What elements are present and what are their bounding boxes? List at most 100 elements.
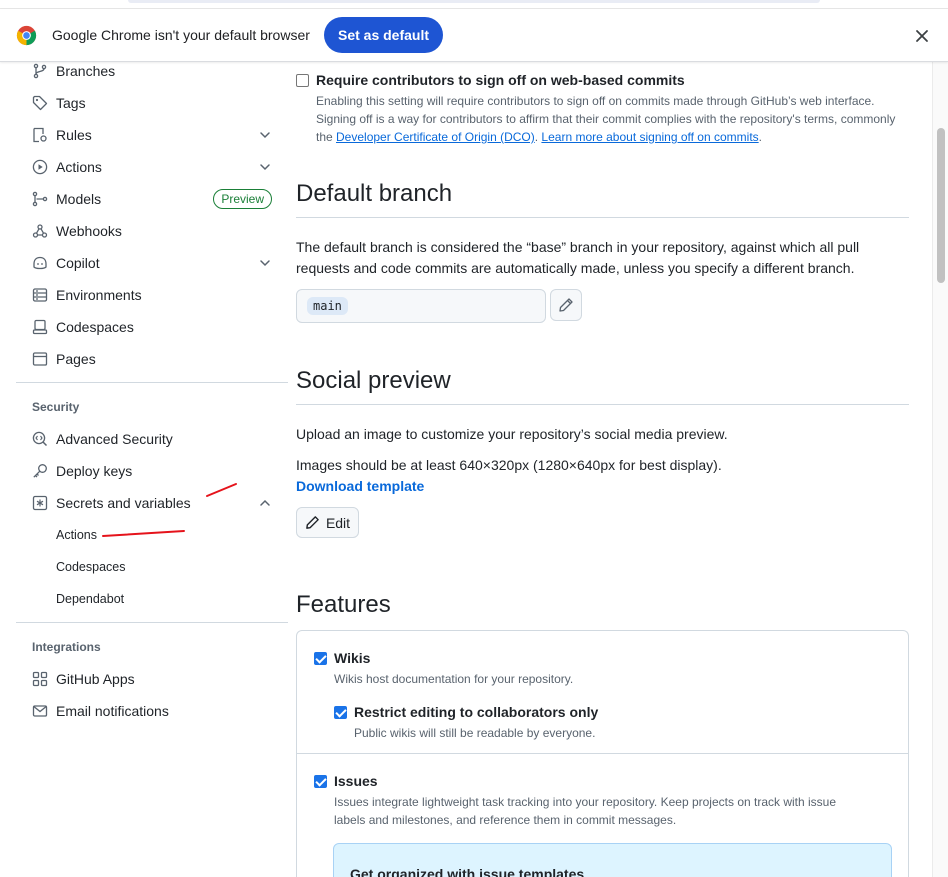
features-divider — [297, 753, 908, 754]
wikis-title: Wikis — [334, 650, 371, 666]
signoff-title: Require contributors to sign off on web-… — [316, 72, 685, 88]
issues-title: Issues — [334, 773, 378, 789]
dco-link[interactable]: Developer Certificate of Origin (DCO) — [336, 130, 535, 144]
issue-templates-banner: Get organized with issue templates — [333, 843, 892, 877]
sidebar-item-actions[interactable]: Actions — [16, 151, 288, 183]
tab-strip — [0, 0, 948, 9]
features-panel: Wikis Wikis host documentation for your … — [296, 630, 909, 877]
sidebar-item-label: Models — [56, 191, 102, 207]
sidebar-item-label: Secrets and variables — [56, 495, 191, 511]
pencil-icon — [306, 516, 319, 529]
sidebar-item-deploy-keys[interactable]: Deploy keys — [16, 455, 288, 487]
sidebar-item-label: Pages — [56, 351, 96, 367]
default-branch-description: The default branch is considered the “ba… — [296, 239, 860, 276]
codespaces-icon — [32, 319, 48, 335]
webhook-icon — [32, 224, 48, 238]
sidebar-item-models[interactable]: Models Preview — [16, 183, 288, 215]
wikis-checkbox[interactable] — [314, 652, 327, 665]
sidebar-item-advanced-security[interactable]: Advanced Security — [16, 423, 288, 455]
features-heading: Features — [296, 591, 391, 618]
sidebar-item-codespaces[interactable]: Codespaces — [16, 311, 288, 343]
signoff-checkbox[interactable] — [296, 74, 309, 87]
play-icon — [32, 159, 48, 175]
chrome-logo-icon — [16, 25, 37, 46]
edit-branch-button[interactable] — [550, 289, 582, 321]
sidebar-item-label: Environments — [56, 287, 142, 303]
sidebar-item-label: Branches — [56, 63, 116, 79]
default-branch-field: main — [296, 289, 546, 323]
omnibox-edge — [128, 0, 820, 3]
mail-icon — [32, 705, 48, 717]
sidebar-item-email-notifications[interactable]: Email notifications — [16, 695, 288, 727]
pencil-icon — [559, 298, 573, 312]
asterisk-icon — [32, 495, 48, 511]
apps-icon — [32, 671, 48, 687]
signoff-description: Enabling this setting will require contr… — [316, 92, 909, 146]
chevron-up-icon[interactable] — [258, 496, 272, 510]
tag-icon — [32, 95, 48, 111]
sidebar-item-label: GitHub Apps — [56, 671, 135, 687]
download-template-link[interactable]: Download template — [296, 478, 424, 494]
social-preview-heading: Social preview — [296, 367, 909, 405]
sidebar-item-label: Actions — [56, 159, 102, 175]
edit-label: Edit — [325, 514, 351, 531]
branch-name: main — [307, 297, 348, 315]
integrations-heading: Integrations — [32, 640, 101, 654]
sidebar-item-label: Email notifications — [56, 703, 169, 719]
scrollbar-thumb[interactable] — [937, 128, 945, 283]
server-icon — [32, 288, 48, 302]
sidebar-item-secrets-and-variables[interactable]: Secrets and variables — [16, 487, 288, 519]
restrict-editing-title: Restrict editing to collaborators only — [354, 704, 599, 720]
sidebar-item-label: Rules — [56, 127, 92, 143]
sidebar-item-github-apps[interactable]: GitHub Apps — [16, 663, 288, 695]
chevron-down-icon[interactable] — [258, 256, 272, 270]
restrict-editing-description: Public wikis will still be readable by e… — [354, 726, 596, 740]
social-preview-description: Upload an image to customize your reposi… — [296, 426, 728, 442]
issue-templates-title: Get organized with issue templates — [350, 866, 585, 877]
issues-description-line2: labels and milestones, and reference the… — [334, 813, 677, 827]
sidebar-item-copilot[interactable]: Copilot — [16, 247, 288, 279]
chevron-down-icon[interactable] — [258, 160, 272, 174]
page-scrollbar[interactable] — [932, 62, 948, 877]
git-branch-icon — [33, 63, 47, 79]
signoff-desc-end: . — [758, 130, 762, 144]
sidebar-item-label: Webhooks — [56, 223, 122, 239]
sidebar-subitem-actions[interactable]: Actions — [16, 519, 288, 551]
sidebar-item-webhooks[interactable]: Webhooks — [16, 215, 288, 247]
default-branch-heading: Default branch — [296, 180, 909, 218]
sidebar-item-environments[interactable]: Environments — [16, 279, 288, 311]
sidebar-item-rules[interactable]: Rules — [16, 119, 288, 151]
sidebar-item-label: Tags — [56, 95, 86, 111]
preview-badge: Preview — [213, 189, 272, 209]
chevron-down-icon[interactable] — [258, 128, 272, 142]
restrict-editing-checkbox[interactable] — [334, 706, 347, 719]
browser-icon — [32, 352, 48, 366]
sidebar-subitem-codespaces[interactable]: Codespaces — [16, 551, 288, 583]
sidebar-divider — [16, 622, 288, 623]
set-as-default-button[interactable]: Set as default — [324, 17, 443, 53]
sidebar-item-label: Advanced Security — [56, 431, 173, 447]
issues-checkbox[interactable] — [314, 775, 327, 788]
models-icon — [32, 191, 48, 207]
wikis-description: Wikis host documentation for your reposi… — [334, 672, 574, 686]
sidebar-item-label: Copilot — [56, 255, 100, 271]
key-icon — [33, 464, 47, 478]
sidebar-item-tags[interactable]: Tags — [16, 87, 288, 119]
sidebar-item-pages[interactable]: Pages — [16, 343, 288, 375]
rules-icon — [33, 127, 47, 143]
issues-description-line1: Issues integrate lightweight task tracki… — [334, 795, 837, 809]
sidebar-subitem-dependabot[interactable]: Dependabot — [16, 583, 288, 615]
sidebar-divider — [16, 382, 288, 383]
default-browser-infobar: Google Chrome isn't your default browser… — [0, 9, 948, 62]
infobar-message: Google Chrome isn't your default browser — [52, 27, 310, 43]
copilot-icon — [33, 256, 47, 270]
social-preview-size-hint: Images should be at least 640×320px (128… — [296, 457, 722, 473]
settings-sidebar: Branches Tags Rules Actions Models Previ… — [16, 55, 288, 727]
learn-signoff-link[interactable]: Learn more about signing off on commits — [541, 130, 758, 144]
codescan-icon — [32, 431, 48, 447]
sidebar-item-label: Deploy keys — [56, 463, 133, 479]
close-icon[interactable] — [913, 27, 931, 45]
sidebar-item-label: Codespaces — [56, 319, 134, 335]
security-heading: Security — [32, 400, 80, 414]
edit-social-preview-button[interactable]: Edit — [296, 507, 359, 538]
